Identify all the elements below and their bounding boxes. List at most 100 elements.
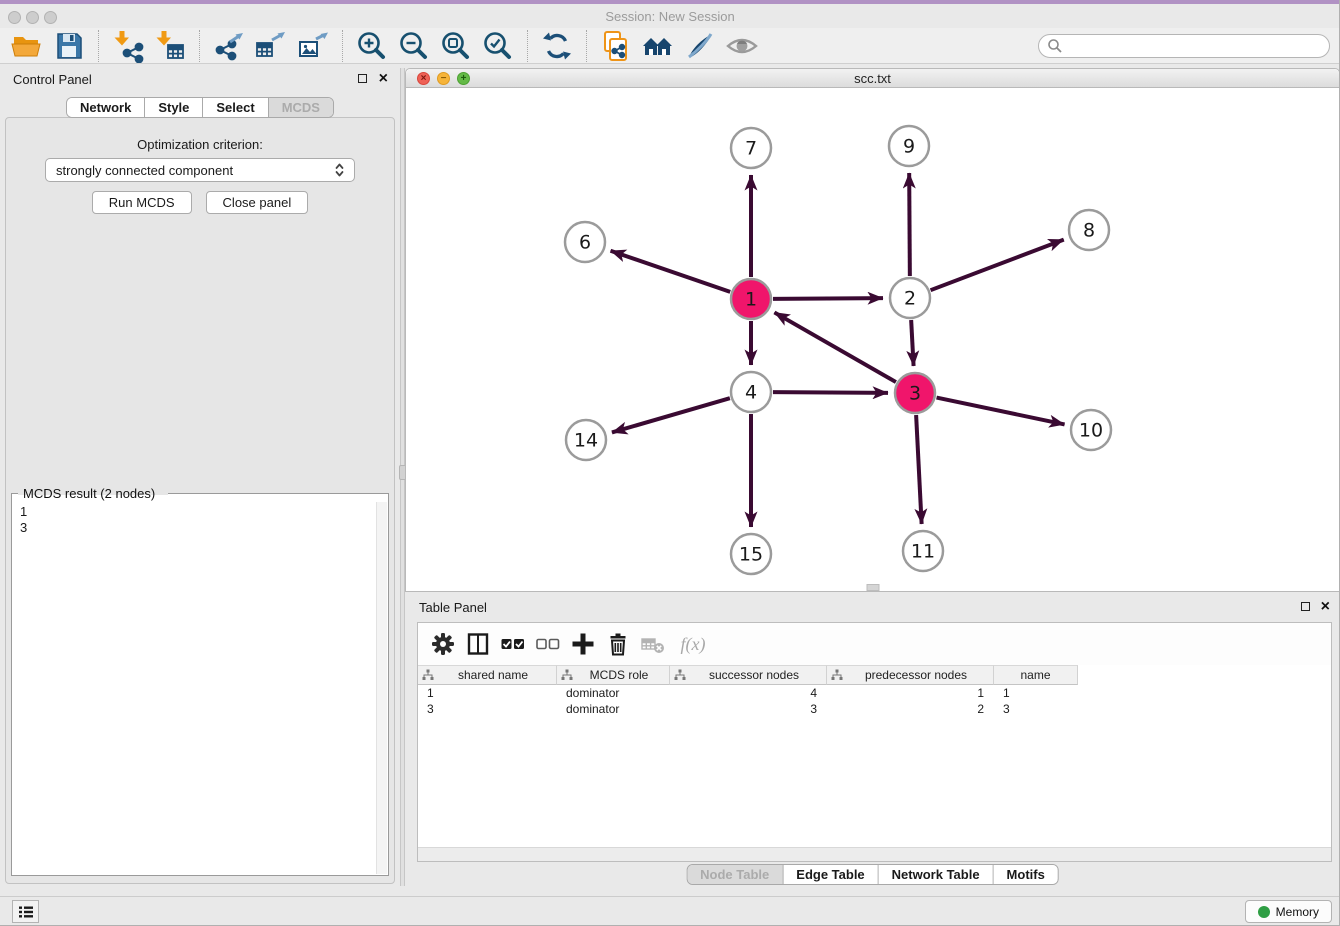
column-header-predecessor-nodes[interactable]: predecessor nodes bbox=[827, 665, 994, 685]
cell-shared-name[interactable]: 1 bbox=[418, 685, 557, 701]
zoom-out-icon[interactable] bbox=[397, 29, 431, 63]
cell-mcds-role[interactable]: dominator bbox=[557, 701, 670, 717]
eye-icon[interactable] bbox=[725, 29, 759, 63]
mcds-result-title: MCDS result (2 nodes) bbox=[20, 486, 158, 501]
table-header-row: shared name MCDS role successor nodes pr… bbox=[418, 665, 1078, 685]
apply-layout-icon[interactable] bbox=[540, 29, 574, 63]
graph-edge-3-1[interactable] bbox=[774, 312, 895, 382]
cell-predecessor-nodes[interactable]: 2 bbox=[827, 701, 994, 717]
save-session-icon[interactable] bbox=[52, 29, 86, 63]
control-panel-tabs: Network Style Select MCDS bbox=[66, 97, 334, 118]
gear-icon[interactable] bbox=[430, 631, 456, 657]
network-view-window: × − + scc.txt 7968124314101511 bbox=[405, 68, 1340, 592]
cell-mcds-role[interactable]: dominator bbox=[557, 685, 670, 701]
graph-edge-3-10[interactable] bbox=[937, 398, 1065, 425]
criterion-select[interactable]: strongly connected component bbox=[45, 158, 355, 182]
graph-edge-4-3[interactable] bbox=[773, 392, 888, 393]
table-row[interactable]: 1 dominator 4 1 1 bbox=[418, 685, 1331, 701]
task-history-button[interactable] bbox=[12, 900, 39, 923]
show-columns-icon[interactable] bbox=[465, 631, 491, 657]
column-header-shared-name[interactable]: shared name bbox=[418, 665, 557, 685]
graph-edge-3-11[interactable] bbox=[916, 415, 922, 524]
mcds-result-list[interactable]: 1 3 bbox=[13, 502, 376, 874]
float-panel-icon[interactable] bbox=[358, 74, 367, 83]
cell-successor-nodes[interactable]: 4 bbox=[670, 685, 827, 701]
run-mcds-button[interactable]: Run MCDS bbox=[92, 191, 192, 214]
first-neighbors-icon[interactable] bbox=[641, 29, 675, 63]
column-header-successor-nodes[interactable]: successor nodes bbox=[670, 665, 827, 685]
close-panel-button[interactable]: Close panel bbox=[206, 191, 309, 214]
graph-edge-2-3[interactable] bbox=[911, 320, 913, 366]
search-input[interactable] bbox=[1063, 39, 1329, 53]
function-builder-icon: f(x) bbox=[675, 631, 711, 657]
cell-name[interactable]: 3 bbox=[994, 701, 1078, 717]
column-header-mcds-role[interactable]: MCDS role bbox=[557, 665, 670, 685]
close-panel-icon[interactable]: × bbox=[379, 74, 388, 84]
graph-node-label-7: 7 bbox=[745, 138, 757, 160]
cell-successor-nodes[interactable]: 3 bbox=[670, 701, 827, 717]
export-network-icon[interactable] bbox=[212, 29, 246, 63]
network-graph[interactable]: 7968124314101511 bbox=[406, 88, 1339, 591]
zoom-selected-icon[interactable] bbox=[481, 29, 515, 63]
import-table-icon[interactable] bbox=[153, 29, 187, 63]
export-table-icon[interactable] bbox=[254, 29, 288, 63]
graph-node-label-1: 1 bbox=[745, 289, 757, 311]
search-field[interactable] bbox=[1038, 34, 1330, 58]
tab-style[interactable]: Style bbox=[145, 98, 203, 117]
session-title: Session: New Session bbox=[0, 9, 1340, 24]
chevron-updown-icon bbox=[335, 162, 344, 178]
tab-select[interactable]: Select bbox=[203, 98, 268, 117]
tab-edge-table[interactable]: Edge Table bbox=[783, 865, 878, 884]
title-bar: Session: New Session bbox=[0, 4, 1340, 28]
graph-edge-1-2[interactable] bbox=[773, 298, 883, 299]
table-horizontal-scrollbar[interactable] bbox=[418, 847, 1331, 861]
float-table-panel-icon[interactable] bbox=[1301, 602, 1310, 611]
tab-network-table[interactable]: Network Table bbox=[879, 865, 994, 884]
memory-button[interactable]: Memory bbox=[1245, 900, 1332, 923]
table-row[interactable]: 3 dominator 3 2 3 bbox=[418, 701, 1331, 717]
memory-label: Memory bbox=[1276, 905, 1319, 919]
graph-node-label-8: 8 bbox=[1083, 220, 1095, 242]
result-line: 1 bbox=[20, 504, 376, 520]
select-all-columns-icon[interactable] bbox=[500, 631, 526, 657]
unselect-all-columns-icon[interactable] bbox=[535, 631, 561, 657]
toolbar-separator bbox=[199, 30, 200, 62]
graph-node-label-6: 6 bbox=[579, 232, 591, 254]
criterion-value: strongly connected component bbox=[56, 163, 233, 178]
network-window-titlebar[interactable]: × − + scc.txt bbox=[406, 69, 1339, 88]
create-column-icon[interactable] bbox=[570, 631, 596, 657]
graph-node-label-11: 11 bbox=[911, 541, 935, 563]
canvas-resize-handle[interactable] bbox=[866, 584, 879, 591]
cell-name[interactable]: 1 bbox=[994, 685, 1078, 701]
close-table-panel-icon[interactable]: × bbox=[1321, 602, 1330, 612]
import-network-icon[interactable] bbox=[111, 29, 145, 63]
network-canvas[interactable]: 7968124314101511 bbox=[406, 88, 1339, 591]
control-panel-title: Control Panel bbox=[13, 72, 92, 87]
delete-columns-icon[interactable] bbox=[605, 631, 631, 657]
column-type-icon bbox=[561, 669, 573, 681]
network-window-title: scc.txt bbox=[406, 71, 1339, 86]
table-panel-title: Table Panel bbox=[419, 600, 487, 615]
graph-node-label-15: 15 bbox=[739, 544, 763, 566]
cell-predecessor-nodes[interactable]: 1 bbox=[827, 685, 994, 701]
toolbar-separator bbox=[527, 30, 528, 62]
hide-graphics-icon[interactable] bbox=[683, 29, 717, 63]
export-image-icon[interactable] bbox=[296, 29, 330, 63]
graph-edge-1-6[interactable] bbox=[611, 251, 731, 292]
clone-network-icon[interactable] bbox=[599, 29, 633, 63]
tab-node-table[interactable]: Node Table bbox=[687, 865, 783, 884]
zoom-in-icon[interactable] bbox=[355, 29, 389, 63]
table-panel: Table Panel × bbox=[405, 597, 1340, 886]
memory-status-dot bbox=[1258, 906, 1270, 918]
cell-shared-name[interactable]: 3 bbox=[418, 701, 557, 717]
result-scrollbar[interactable] bbox=[376, 502, 387, 874]
tab-network[interactable]: Network bbox=[67, 98, 145, 117]
open-file-icon[interactable] bbox=[10, 29, 44, 63]
column-header-name[interactable]: name bbox=[994, 665, 1078, 685]
tab-mcds[interactable]: MCDS bbox=[269, 98, 333, 117]
graph-edge-2-8[interactable] bbox=[931, 240, 1064, 291]
graph-edge-4-14[interactable] bbox=[612, 398, 730, 432]
zoom-fit-icon[interactable] bbox=[439, 29, 473, 63]
tab-motifs[interactable]: Motifs bbox=[994, 865, 1058, 884]
graph-edge-2-9[interactable] bbox=[909, 173, 910, 276]
